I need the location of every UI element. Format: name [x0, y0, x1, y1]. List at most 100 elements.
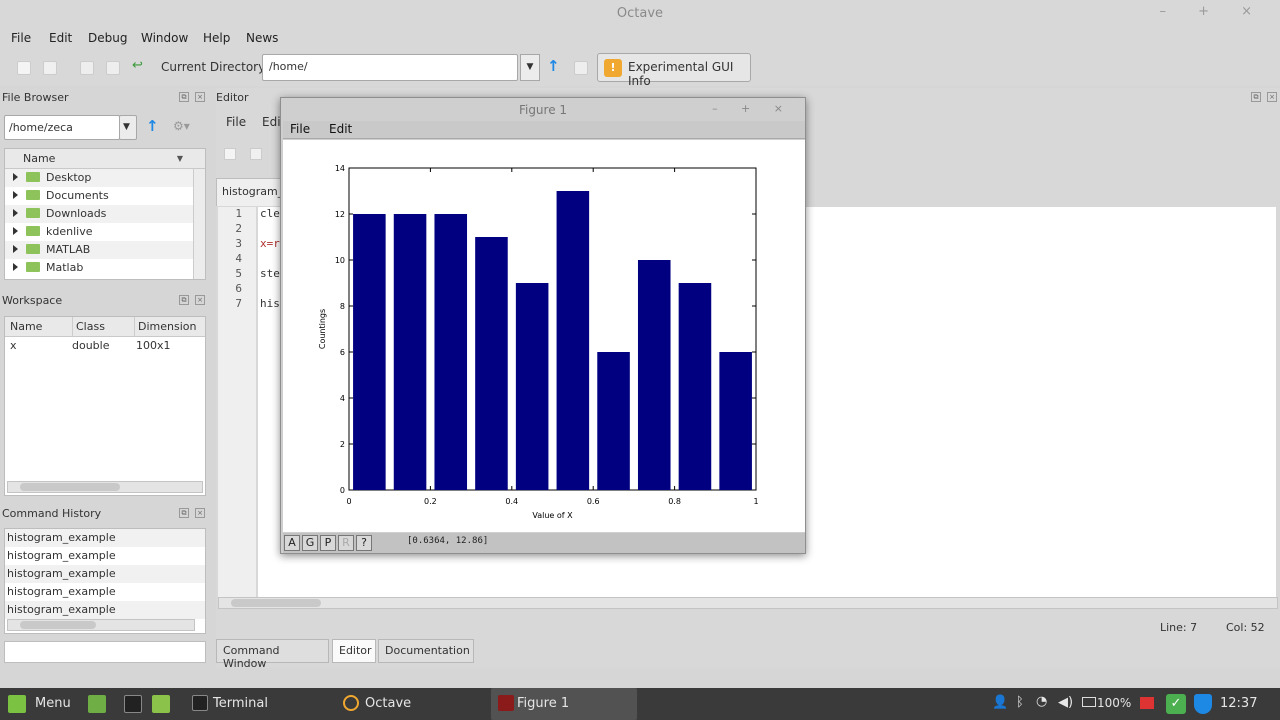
expand-icon[interactable] — [13, 263, 18, 271]
undo-icon[interactable]: ↩ — [132, 58, 150, 73]
history-item[interactable]: histogram_example — [5, 601, 205, 619]
menu-debug[interactable]: Debug — [88, 31, 127, 45]
wifi-icon[interactable]: ◔ — [1036, 694, 1047, 709]
tab-command-window[interactable]: Command Window — [216, 639, 329, 670]
expand-icon[interactable] — [13, 191, 18, 199]
close-icon[interactable]: × — [195, 92, 205, 102]
files-launcher-icon[interactable] — [152, 695, 170, 713]
menu-edit[interactable]: Edit — [49, 31, 72, 45]
tree-item[interactable]: Matlab — [5, 259, 205, 277]
copy-icon[interactable] — [80, 61, 94, 75]
help-button[interactable]: ? — [356, 535, 372, 551]
close-icon[interactable]: × — [195, 295, 205, 305]
tree-item-label: kdenlive — [46, 225, 93, 238]
workspace-header: Name Class Dimension — [5, 317, 205, 337]
update-manager-icon[interactable]: ✓ — [1166, 694, 1186, 714]
figure-toolbar: A G P R ? [0.6364, 12.86] — [283, 533, 805, 553]
expand-icon[interactable] — [13, 227, 18, 235]
browse-dir-icon[interactable] — [574, 61, 588, 75]
path-dropdown-icon[interactable]: ▼ — [119, 115, 137, 140]
undock-icon[interactable]: ⧉ — [179, 295, 189, 305]
expand-icon[interactable] — [13, 245, 18, 253]
figure-window[interactable]: Figure 1 – + × File Edit 0 0.2 0.4 0.6 0.8 1 0… — [280, 97, 806, 554]
battery-icon[interactable] — [1082, 697, 1096, 707]
table-row[interactable]: x double 100x1 — [5, 337, 205, 353]
col-class[interactable]: Class — [72, 317, 105, 336]
task-terminal[interactable]: Terminal — [187, 688, 333, 720]
bluetooth-icon[interactable]: ᛒ — [1016, 695, 1024, 710]
window-controls[interactable]: – + × — [1159, 4, 1266, 19]
file-browser-title: File Browser — [2, 91, 69, 104]
task-label: Terminal — [213, 696, 268, 711]
menu-label[interactable]: Menu — [35, 688, 71, 720]
file-browser-path[interactable]: /home/zeca — [4, 115, 120, 140]
rotate-button[interactable]: R — [338, 535, 354, 551]
figure-menu-file[interactable]: File — [290, 122, 310, 136]
command-filter-input[interactable] — [4, 641, 206, 663]
history-item[interactable]: histogram_example — [5, 565, 205, 583]
figure-canvas[interactable]: 0 0.2 0.4 0.6 0.8 1 0 2 4 6 8 10 12 14 Value of X Count… — [283, 140, 805, 532]
folder-up-icon[interactable]: ↑ — [146, 117, 159, 135]
history-item[interactable]: histogram_example — [5, 529, 205, 547]
grid-button[interactable]: G — [302, 535, 318, 551]
new-file-icon[interactable] — [17, 61, 31, 75]
current-dir-input[interactable]: /home/ — [262, 54, 518, 81]
col-name[interactable]: Name — [10, 320, 42, 333]
open-file-icon[interactable] — [43, 61, 57, 75]
paste-icon[interactable] — [106, 61, 120, 75]
tree-item[interactable]: MATLAB — [5, 241, 205, 259]
tab-documentation[interactable]: Documentation — [378, 639, 474, 663]
editor-open-icon[interactable] — [250, 148, 262, 160]
current-dir-label: Current Directory: — [161, 60, 269, 74]
tree-vscrollbar[interactable] — [193, 169, 205, 279]
autoscale-button[interactable]: A — [284, 535, 300, 551]
close-icon[interactable]: × — [195, 508, 205, 518]
parent-dir-icon[interactable]: ↑ — [547, 57, 561, 75]
tree-item[interactable]: Downloads — [5, 205, 205, 223]
expand-icon[interactable] — [13, 173, 18, 181]
tree-item[interactable]: kdenlive — [5, 223, 205, 241]
tree-header[interactable]: Name — [5, 149, 205, 169]
record-icon[interactable] — [1140, 697, 1154, 709]
figure-menu-edit[interactable]: Edit — [329, 122, 352, 136]
expand-icon[interactable] — [13, 209, 18, 217]
history-item[interactable]: histogram_example — [5, 547, 205, 565]
tab-editor[interactable]: Editor — [332, 639, 376, 663]
editor-menu-file[interactable]: File — [226, 115, 246, 129]
task-figure-1[interactable]: Figure 1 — [491, 688, 637, 720]
terminal-launcher-icon[interactable] — [124, 695, 142, 713]
editor-new-icon[interactable] — [224, 148, 236, 160]
history-item[interactable]: histogram_example — [5, 583, 205, 601]
experimental-gui-info-button[interactable]: ! Experimental GUI Info — [597, 53, 751, 88]
histogram-bar — [719, 352, 752, 490]
history-hscrollbar[interactable] — [7, 619, 195, 631]
volume-icon[interactable]: ◀) — [1058, 695, 1073, 710]
settings-gear-icon[interactable]: ⚙▾ — [173, 119, 190, 133]
mint-menu-icon[interactable] — [8, 695, 26, 713]
name-column-header[interactable]: Name — [23, 152, 55, 165]
tree-item[interactable]: Desktop — [5, 169, 205, 187]
editor-hscrollbar[interactable] — [218, 597, 1278, 609]
col-dimension[interactable]: Dimension — [134, 317, 196, 336]
workspace-hscrollbar[interactable] — [7, 481, 203, 493]
current-dir-dropdown[interactable]: ▼ — [520, 54, 540, 81]
menu-file[interactable]: File — [11, 31, 31, 45]
menu-window[interactable]: Window — [141, 31, 188, 45]
histogram-bar — [475, 237, 508, 490]
histogram-bar — [556, 191, 590, 490]
figure-window-controls[interactable]: – + × — [712, 102, 793, 115]
menu-help[interactable]: Help — [203, 31, 230, 45]
task-octave[interactable]: Octave — [338, 688, 484, 720]
menu-news[interactable]: News — [246, 31, 278, 45]
close-icon[interactable]: × — [1267, 92, 1277, 102]
print-button[interactable]: P — [320, 535, 336, 551]
show-desktop-icon[interactable] — [88, 695, 106, 713]
undock-icon[interactable]: ⧉ — [179, 92, 189, 102]
sort-chevron-icon[interactable]: ▼ — [177, 154, 183, 163]
x-tick-label: 0.8 — [668, 497, 681, 506]
user-icon[interactable]: 👤 — [992, 695, 1008, 710]
shield-icon[interactable] — [1194, 694, 1212, 714]
undock-icon[interactable]: ⧉ — [179, 508, 189, 518]
tree-item[interactable]: Documents — [5, 187, 205, 205]
undock-icon[interactable]: ⧉ — [1251, 92, 1261, 102]
